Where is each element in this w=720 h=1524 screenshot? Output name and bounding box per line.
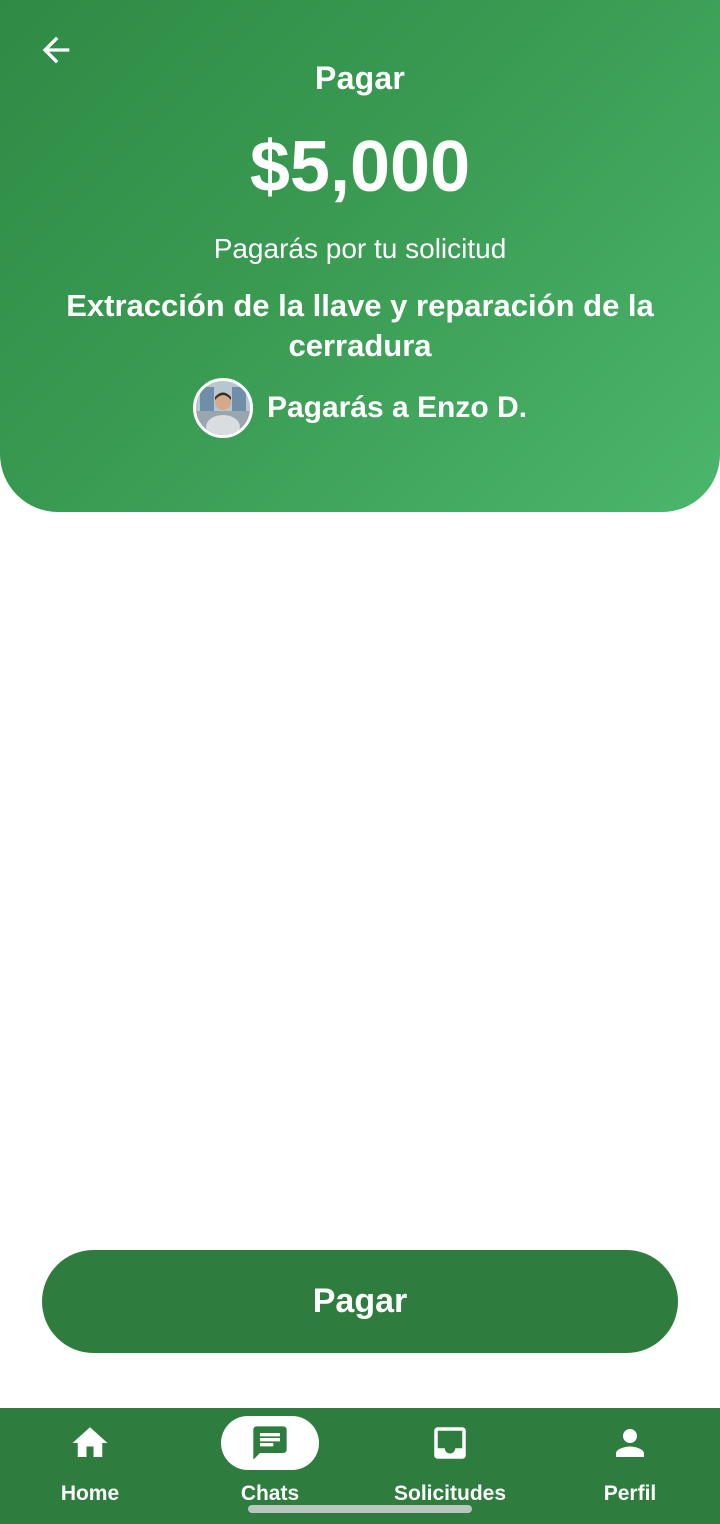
nav-icon-container (581, 1416, 679, 1470)
nav-item-home[interactable]: Home (0, 1408, 180, 1524)
system-gesture-bar[interactable] (248, 1505, 472, 1513)
nav-label-perfil: Perfil (603, 1482, 657, 1505)
nav-label-solicitudes: Solicitudes (393, 1482, 507, 1505)
request-title: Extracción de la llave y reparación de l… (66, 288, 654, 363)
nav-icon-container (41, 1416, 139, 1470)
payment-subtitle: Pagarás por tu solicitud (213, 233, 507, 264)
payment-screen: Pagar $5,000 Pagarás por tu solicitud Ex… (0, 0, 720, 1524)
pay-button[interactable]: Pagar (42, 1250, 678, 1353)
nav-icon-container (401, 1416, 499, 1470)
nav-label-chats: Chats (240, 1482, 300, 1505)
page-title: Pagar (315, 60, 405, 96)
inbox-icon (434, 1427, 466, 1459)
nav-item-perfil[interactable]: Perfil (540, 1408, 720, 1524)
chat-icon (253, 1426, 287, 1460)
avatar (192, 378, 253, 438)
payment-amount: $5,000 (249, 127, 471, 207)
nav-label-home: Home (60, 1482, 120, 1505)
home-icon (72, 1427, 108, 1457)
payment-header: Pagar $5,000 Pagarás por tu solicitud Ex… (0, 0, 720, 512)
nav-icon-container-active (221, 1416, 319, 1470)
person-icon (616, 1429, 644, 1457)
payee-row: Pagarás a Enzo D. (0, 378, 720, 438)
payee-text: Pagarás a Enzo D. (266, 391, 528, 424)
